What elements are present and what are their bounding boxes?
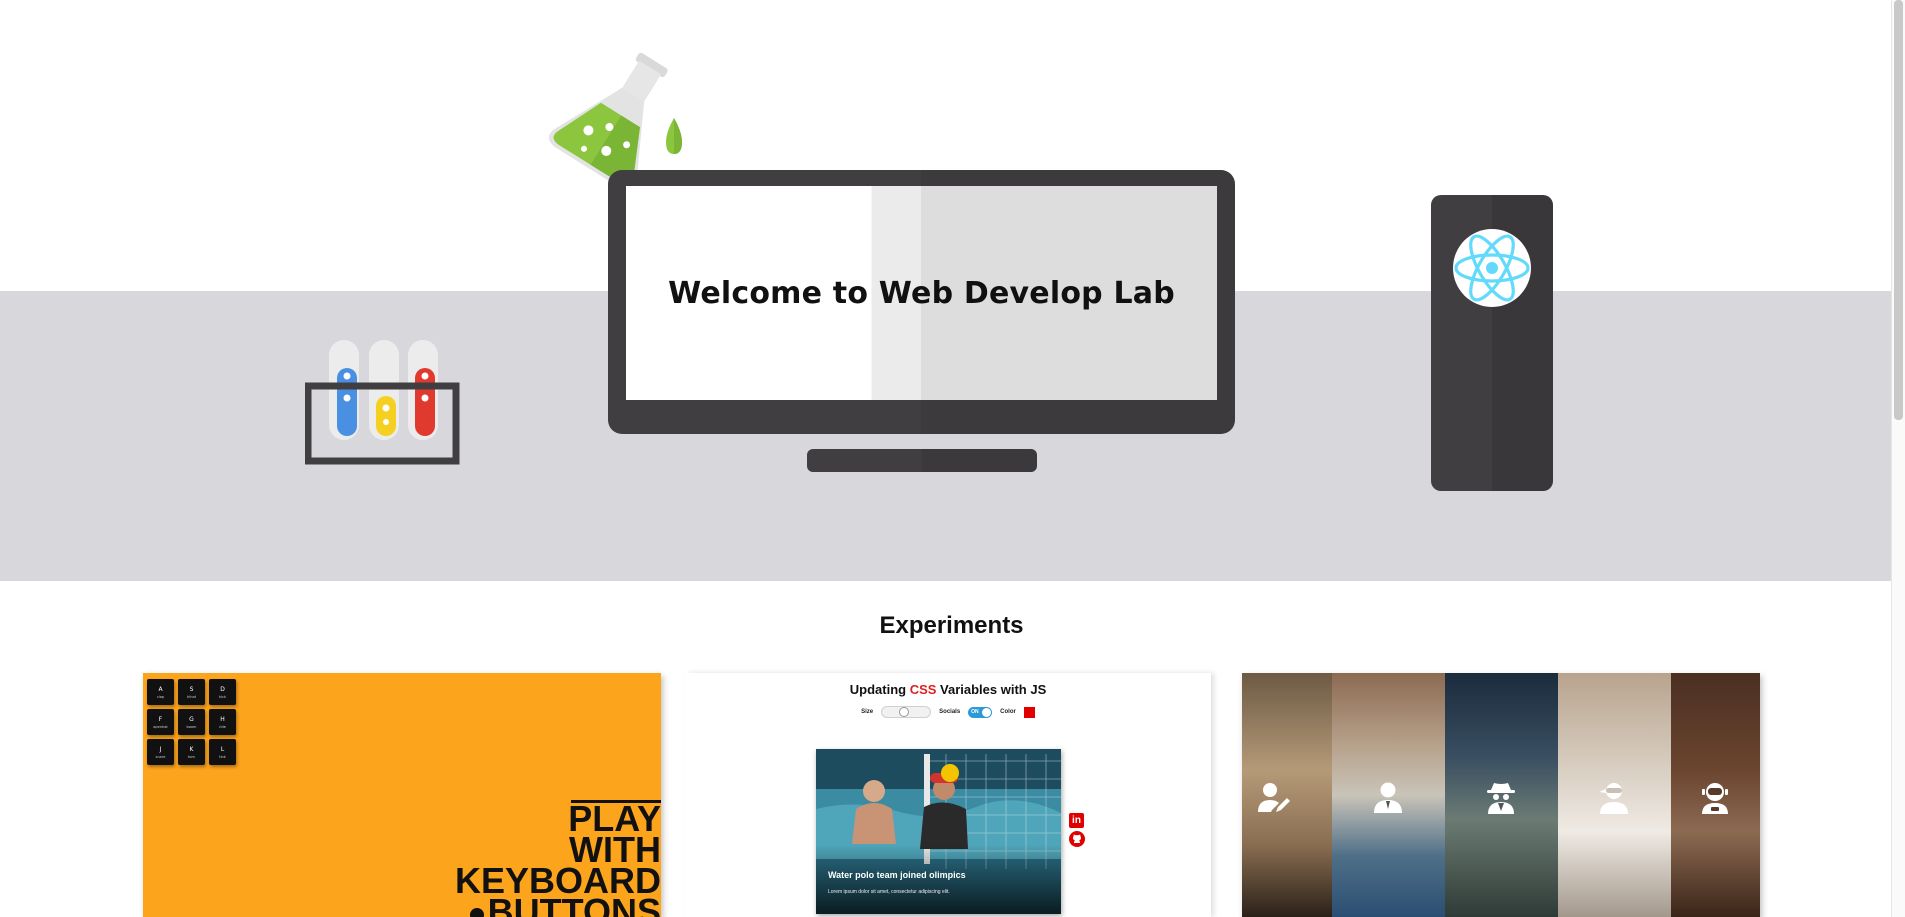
css-controls: Size Socials ON Color xyxy=(685,706,1211,718)
headline-line-text: BUTTONS xyxy=(487,891,661,917)
headline-rule xyxy=(571,800,661,803)
color-label: Color xyxy=(1000,709,1016,715)
drum-keys: Aclap Shihat Dkick Fopenhat Gboom Hride Jsnare… xyxy=(147,679,236,765)
drum-key-letter: J xyxy=(159,746,162,753)
color-picker[interactable] xyxy=(1023,706,1035,718)
drum-key-letter: L xyxy=(220,746,225,753)
bullet-dot xyxy=(469,908,484,917)
drum-key-letter: A xyxy=(158,686,163,693)
drum-key[interactable]: Jsnare xyxy=(147,739,174,765)
github-icon[interactable] xyxy=(1069,831,1085,847)
drum-key-letter: G xyxy=(189,716,194,723)
page: Welcome to Web Develop Lab Experiments A… xyxy=(0,0,1905,917)
drum-key-letter: K xyxy=(189,746,194,753)
drum-key[interactable]: Shihat xyxy=(178,679,205,705)
drum-key-sound: clap xyxy=(156,695,165,699)
headline-line: BUTTONS xyxy=(455,894,661,917)
photo-text: Lorem ipsum dolor sit amet, consectetur … xyxy=(828,889,950,895)
css-card-title: Updating CSS Variables with JS xyxy=(685,682,1211,697)
drum-key[interactable]: Ktom xyxy=(178,739,205,765)
experiment-card-avatars[interactable] xyxy=(1242,673,1760,917)
socials-label: Socials xyxy=(939,709,961,715)
drum-key-sound: tink xyxy=(219,755,226,759)
welcome-heading: Welcome to Web Develop Lab xyxy=(668,275,1175,311)
socials-toggle[interactable]: ON xyxy=(968,706,993,718)
slider-thumb[interactable] xyxy=(899,707,910,717)
photo-title: Water polo team joined olimpics xyxy=(828,870,966,880)
drum-key-sound: openhat xyxy=(153,725,168,729)
title-part: Updating xyxy=(849,682,910,697)
user-ninja-icon xyxy=(1599,783,1628,814)
experiments-heading: Experiments xyxy=(879,612,1024,639)
drum-key[interactable]: Aclap xyxy=(147,679,174,705)
monitor-screen: Welcome to Web Develop Lab xyxy=(626,186,1217,400)
drum-key-letter: H xyxy=(220,716,225,723)
drum-key-sound: tom xyxy=(188,755,195,759)
designer-icon xyxy=(1258,783,1290,812)
hero-section: Welcome to Web Develop Lab xyxy=(0,0,1891,582)
spy-icon xyxy=(1487,783,1515,814)
title-part: Variables with JS xyxy=(936,682,1047,697)
monitor-stand xyxy=(807,449,1037,472)
test-tubes-icon xyxy=(305,340,460,465)
page-scrollbar[interactable] xyxy=(1891,0,1905,917)
experiment-card-css-variables[interactable]: Updating CSS Variables with JS Size Soci… xyxy=(685,673,1211,917)
drum-key-sound: ride xyxy=(219,725,226,729)
experiment-card-keyboard[interactable]: Aclap Shihat Dkick Fopenhat Gboom Hride Jsnare… xyxy=(143,673,661,917)
size-slider[interactable] xyxy=(881,706,932,718)
drum-key-sound: kick xyxy=(219,695,226,699)
drum-key[interactable]: Hride xyxy=(209,709,236,735)
toggle-state: ON xyxy=(971,708,979,715)
drum-key-letter: F xyxy=(158,716,163,723)
drum-key[interactable]: Ltink xyxy=(209,739,236,765)
astronaut-icon xyxy=(1702,783,1728,814)
size-label: Size xyxy=(861,709,874,715)
drum-key[interactable]: Fopenhat xyxy=(147,709,174,735)
drum-key-sound: hihat xyxy=(187,695,196,699)
title-accent: CSS xyxy=(909,682,937,697)
drum-key[interactable]: Gboom xyxy=(178,709,205,735)
react-logo-icon xyxy=(1453,229,1531,307)
play-headline: PLAY WITH KEYBOARD BUTTONS xyxy=(455,801,661,917)
drum-key-letter: D xyxy=(220,686,225,693)
linkedin-icon[interactable]: in xyxy=(1069,813,1084,828)
drum-key[interactable]: Dkick xyxy=(209,679,236,705)
water-polo-photo: Water polo team joined olimpics Lorem ip… xyxy=(816,749,1061,914)
user-icon xyxy=(1374,782,1402,813)
drum-key-letter: S xyxy=(189,686,194,693)
drum-key-sound: boom xyxy=(186,725,197,729)
drum-key-sound: snare xyxy=(155,755,166,759)
scrollbar-thumb[interactable] xyxy=(1894,0,1903,420)
monitor: Welcome to Web Develop Lab xyxy=(608,170,1235,434)
